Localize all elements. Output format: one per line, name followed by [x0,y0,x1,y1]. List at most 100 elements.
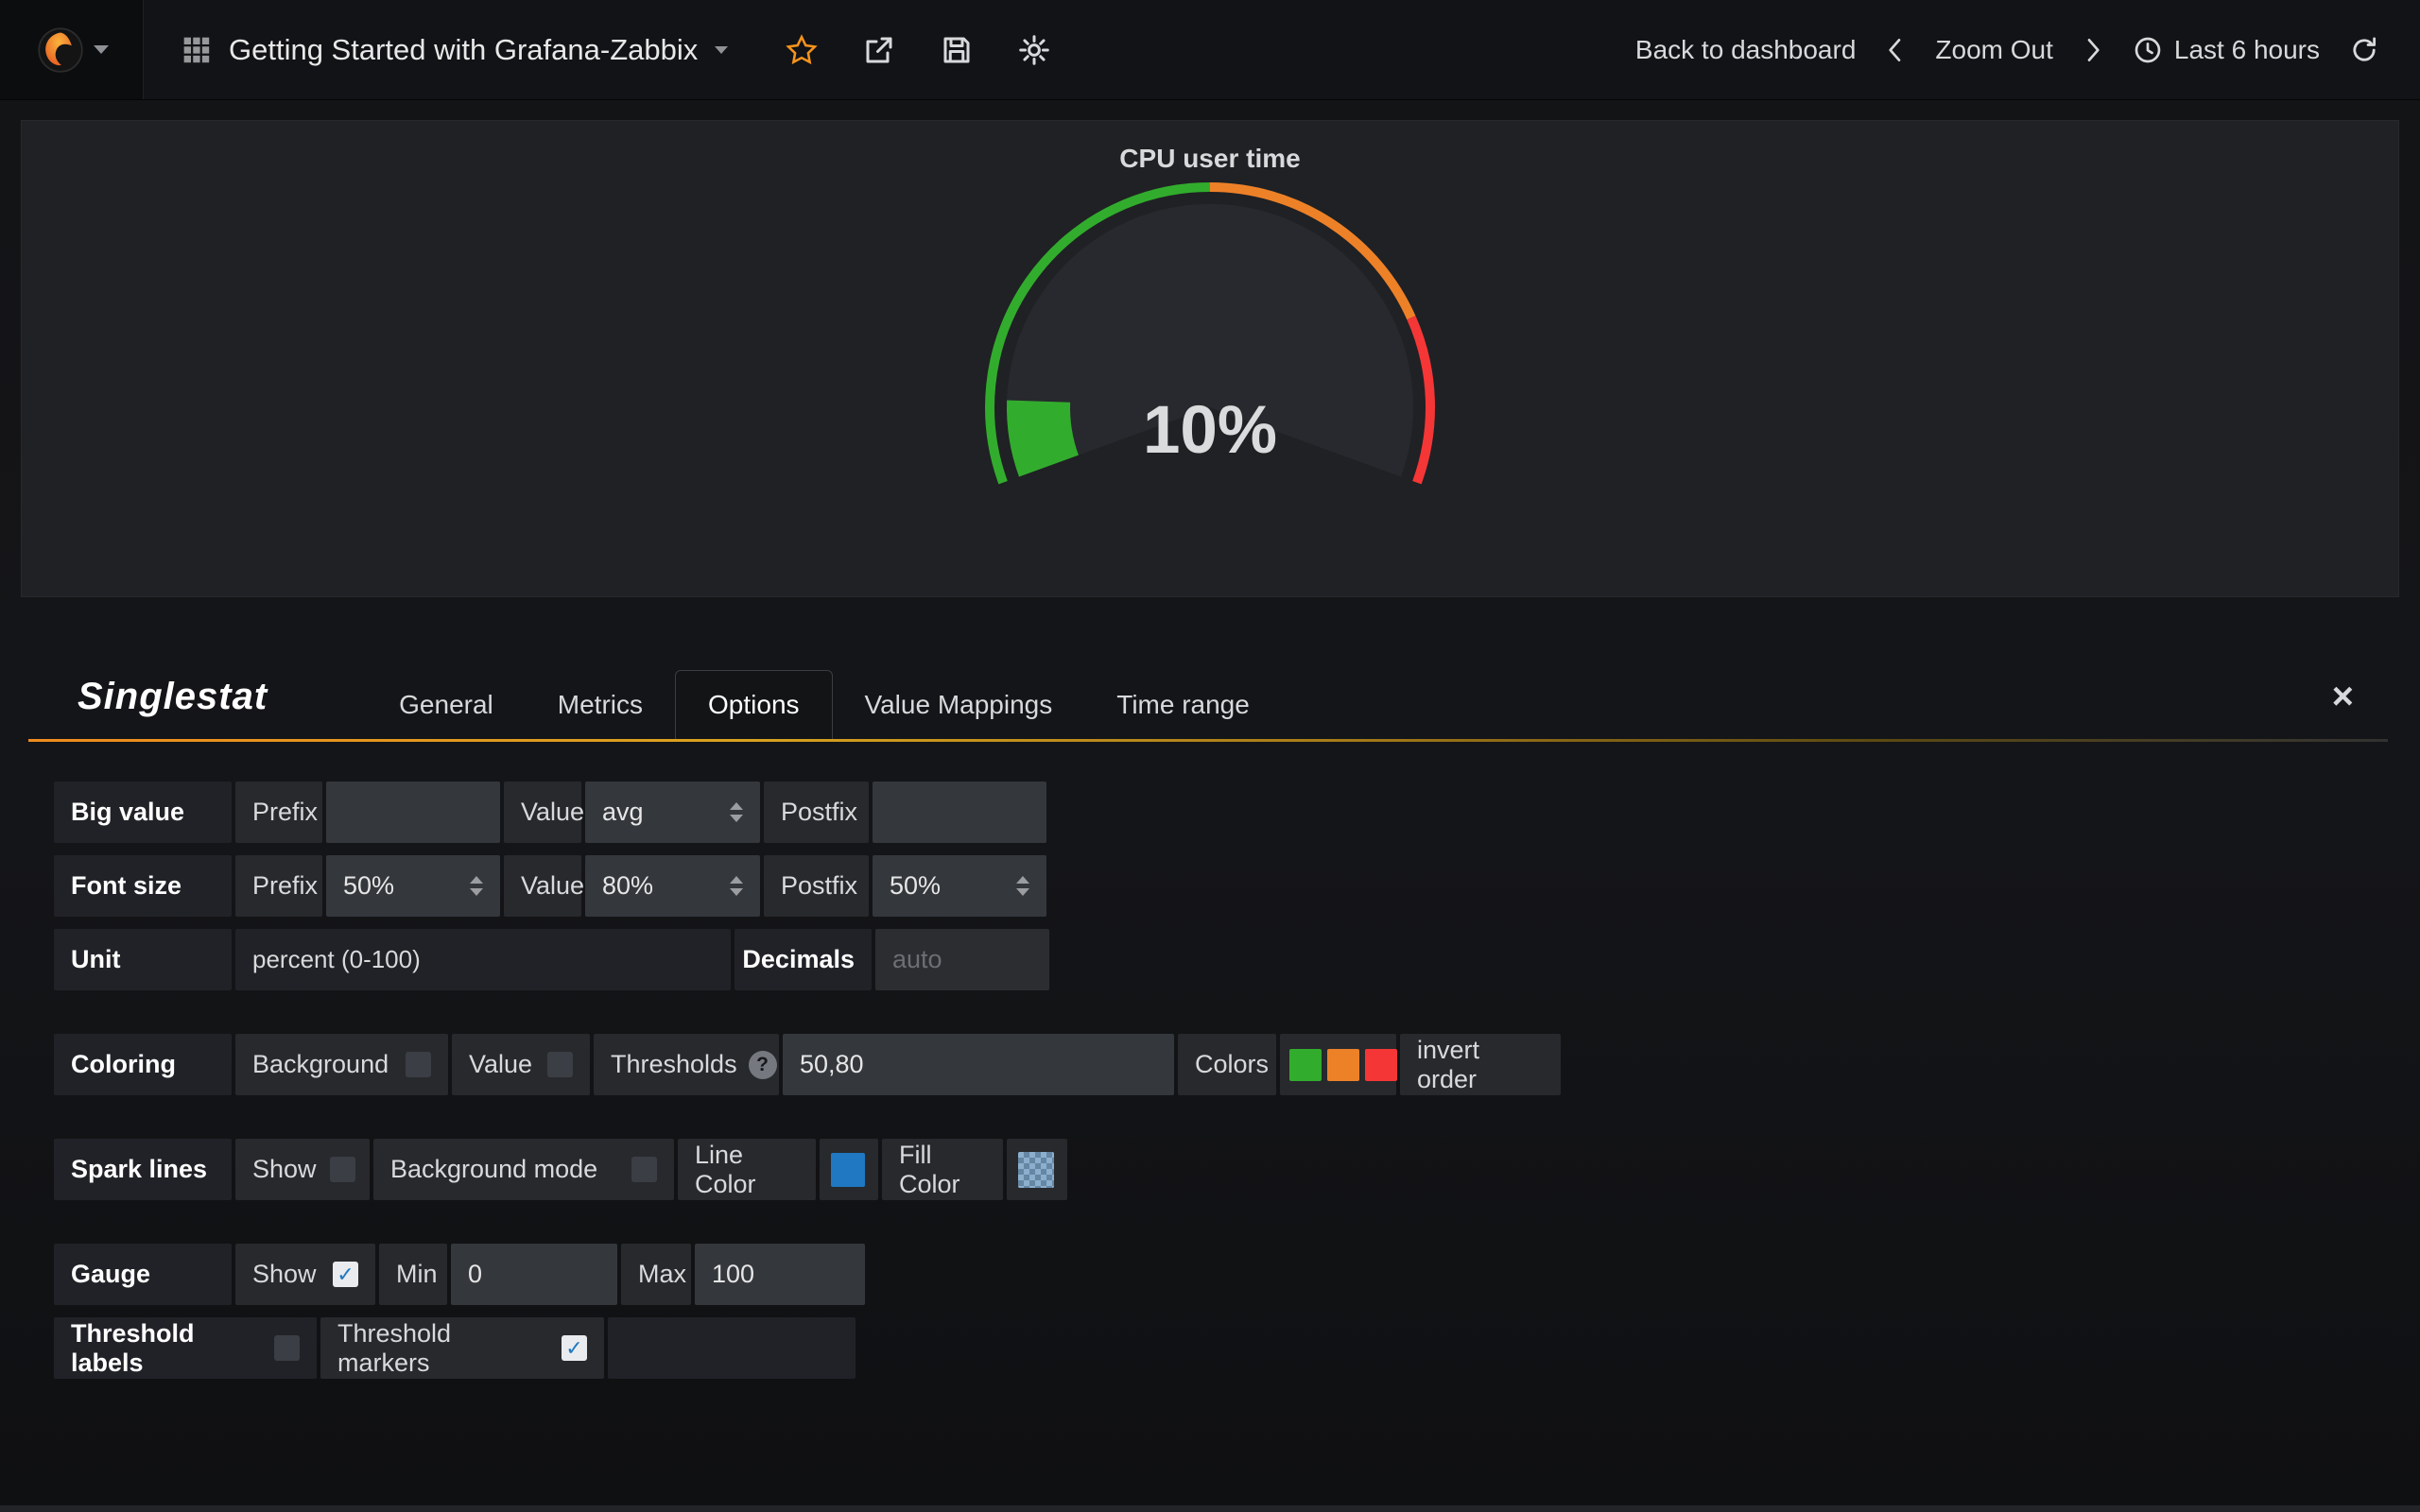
select-arrows-icon [730,802,743,822]
line-color-label: Line Color [678,1139,816,1200]
coloring-label: Coloring [54,1034,232,1095]
logo-caret-icon [94,45,109,54]
decimals-input[interactable] [892,945,1032,974]
tab-general[interactable]: General [367,671,526,739]
background-mode-toggle[interactable]: Background mode [373,1139,674,1200]
threshold-labels-toggle[interactable]: Threshold labels [54,1317,317,1379]
tab-time-range[interactable]: Time range [1084,671,1282,739]
tab-value-mappings[interactable]: Value Mappings [833,671,1085,739]
bv-postfix-label: Postfix [764,782,869,843]
fs-value-label: Value [504,855,581,917]
fs-postfix-select[interactable]: 50% [873,855,1046,917]
bottom-edge [0,1505,2420,1512]
bv-postfix-input-cell [873,782,1046,843]
time-shift-left-button[interactable] [1884,35,1907,65]
fill-color-label: Fill Color [882,1139,1003,1200]
gauge-min-input-cell [451,1244,617,1305]
gear-icon [1017,33,1051,67]
gauge-max-label: Max [621,1244,691,1305]
tab-options[interactable]: Options [675,670,833,739]
threshold-markers-checkbox[interactable] [562,1335,587,1361]
thresholds-help-icon[interactable]: ? [749,1051,777,1079]
star-button[interactable] [785,33,819,67]
line-color-swatch[interactable] [831,1153,865,1187]
star-icon [785,33,819,67]
chevron-right-icon [2082,35,2104,65]
save-icon [940,33,974,67]
settings-button[interactable] [1017,33,1051,67]
thresholds-label: Thresholds [611,1050,737,1079]
coloring-value-checkbox[interactable] [547,1052,573,1077]
unit-row: Unit percent (0-100) Decimals [54,929,2420,990]
chevron-left-icon [1884,35,1907,65]
gauge-row: Gauge Show Min Max [54,1244,2420,1305]
singlestat-panel: CPU user time 10% [21,120,2399,597]
bv-prefix-input[interactable] [343,798,483,827]
fs-value-select[interactable]: 80% [585,855,760,917]
tab-metrics[interactable]: Metrics [526,671,675,739]
coloring-background-toggle[interactable]: Background [235,1034,448,1095]
threshold-labels-checkbox[interactable] [274,1335,300,1361]
threshold-markers-label: Threshold markers [337,1319,548,1378]
sparkline-show-checkbox[interactable] [330,1157,355,1182]
dashboard-title-menu[interactable]: Getting Started with Grafana-Zabbix [182,33,728,67]
bv-postfix-input[interactable] [890,798,1029,827]
time-range-picker[interactable]: Last 6 hours [2133,35,2320,65]
sparkline-show-label: Show [252,1155,317,1184]
gauge-chart: 10% [974,176,1446,508]
zoom-out-button[interactable]: Zoom Out [1935,35,2052,65]
gauge-min-input[interactable] [468,1260,600,1289]
font-size-row: Font size Prefix 50% Value 80% Postfix 5… [54,855,2420,917]
unit-label: Unit [54,929,232,990]
fill-color-swatch[interactable] [1018,1152,1054,1188]
fill-color-overlay [1018,1152,1054,1188]
coloring-background-checkbox[interactable] [406,1052,431,1077]
panel-editor: Singlestat General Metrics Options Value… [0,654,2420,1379]
bv-value-select[interactable]: avg [585,782,760,843]
threshold-color-2-swatch[interactable] [1327,1049,1359,1081]
fs-prefix-label: Prefix [235,855,322,917]
bv-value-label: Value [504,782,581,843]
refresh-button[interactable] [2348,34,2380,66]
coloring-value-label: Value [469,1050,532,1079]
threshold-markers-toggle[interactable]: Threshold markers [320,1317,604,1379]
threshold-color-1-swatch[interactable] [1289,1049,1322,1081]
coloring-background-label: Background [252,1050,389,1079]
gauge-show-checkbox[interactable] [333,1262,358,1287]
thresholds-input-cell [783,1034,1174,1095]
big-value-row: Big value Prefix Value avg Postfix [54,782,2420,843]
invert-order-button[interactable]: invert order [1400,1034,1561,1095]
grafana-logo-icon [35,25,86,76]
coloring-value-toggle[interactable]: Value [452,1034,590,1095]
title-caret-icon [715,46,728,54]
back-to-dashboard-button[interactable]: Back to dashboard [1635,35,1857,65]
fs-postfix-label: Postfix [764,855,869,917]
gauge-max-input[interactable] [712,1260,848,1289]
share-button[interactable] [862,33,896,67]
coloring-row: Coloring Background Value Thresholds ? C… [54,1034,2420,1095]
time-shift-right-button[interactable] [2082,35,2104,65]
sparkline-show-toggle[interactable]: Show [235,1139,370,1200]
background-mode-checkbox[interactable] [631,1157,657,1182]
editor-tabs: General Metrics Options Value Mappings T… [367,654,1282,739]
select-arrows-icon [470,876,483,896]
dashboard-grid-icon [182,35,212,65]
refresh-icon [2348,34,2380,66]
background-mode-label: Background mode [390,1155,597,1184]
fs-postfix-select-value: 50% [890,871,941,901]
spark-lines-label: Spark lines [54,1139,232,1200]
save-button[interactable] [940,33,974,67]
editor-close-icon[interactable]: × [2332,678,2354,715]
top-navbar: Getting Started with Grafana-Zabbix [0,0,2420,100]
select-arrows-icon [730,876,743,896]
grafana-logo-menu[interactable] [0,0,144,99]
threshold-color-3-swatch[interactable] [1365,1049,1397,1081]
thresholds-input[interactable] [800,1050,1157,1079]
fs-value-select-value: 80% [602,871,653,901]
spark-lines-row: Spark lines Show Background mode Line Co… [54,1139,2420,1200]
fs-prefix-select[interactable]: 50% [326,855,500,917]
unit-picker[interactable]: percent (0-100) [235,929,731,990]
gauge-show-toggle[interactable]: Show [235,1244,375,1305]
panel-title[interactable]: CPU user time [22,121,2398,174]
font-size-label: Font size [54,855,232,917]
